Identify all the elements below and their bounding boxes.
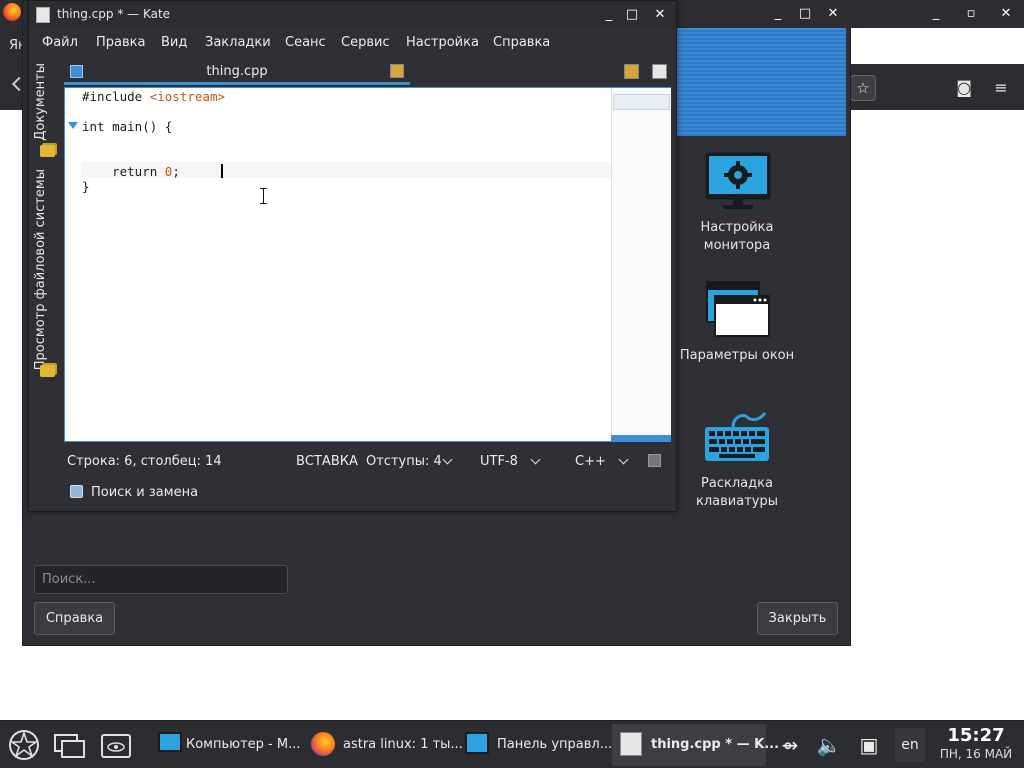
- control-panel-search-input[interactable]: Поиск...: [34, 565, 288, 594]
- tab-close-icon[interactable]: [390, 64, 404, 78]
- menu-edit[interactable]: Правка: [96, 35, 145, 50]
- task-control-panel[interactable]: Панель управл...: [457, 724, 612, 766]
- split-view-icon[interactable]: [652, 64, 667, 79]
- desktop-switcher-icon[interactable]: [52, 727, 88, 763]
- code-line-1: #include <iostream>: [82, 89, 225, 104]
- code-line-4: return 0;: [82, 164, 180, 179]
- keyboard-layout-item[interactable]: Раскладка клавиатуры: [672, 405, 802, 515]
- documents-folder-icon: [40, 145, 55, 157]
- encoding-chevron-icon[interactable]: [530, 452, 541, 467]
- code-line-2: int main() {: [82, 119, 173, 134]
- text-caret: [221, 164, 223, 178]
- control-panel-icon: [465, 732, 489, 754]
- documents-tab[interactable]: Документы: [33, 63, 48, 141]
- quick-open-icon[interactable]: [624, 64, 639, 79]
- tab-thing-cpp[interactable]: thing.cpp: [64, 59, 410, 85]
- hamburger-menu-icon[interactable]: ≡: [988, 75, 1014, 101]
- cp-maximize-button[interactable]: □: [795, 4, 815, 24]
- window-settings-item[interactable]: Параметры окон: [672, 280, 802, 370]
- menu-help[interactable]: Справка: [493, 35, 550, 50]
- kate-icon: [620, 732, 642, 756]
- tab-label: thing.cpp: [206, 64, 268, 79]
- task-firefox-label: astra linux: 1 ты...: [343, 737, 463, 752]
- filesystem-browser-tab[interactable]: Просмотр файловой системы: [33, 169, 48, 370]
- browser-minimize-button[interactable]: _: [926, 4, 946, 24]
- search-replace-toggle[interactable]: Поиск и замена: [64, 479, 364, 505]
- start-menu-icon[interactable]: [6, 727, 42, 763]
- firefox-icon: [311, 732, 335, 756]
- clock-date[interactable]: ПН, 16 МАЙ: [932, 747, 1020, 761]
- kate-close-button[interactable]: ✕: [650, 5, 670, 25]
- ibeam-cursor-icon: [260, 188, 267, 204]
- menu-bookmarks[interactable]: Закладки: [205, 35, 271, 50]
- kate-minimize-button[interactable]: _: [599, 5, 619, 25]
- computer-icon: [158, 732, 182, 752]
- filesystem-folder-icon: [40, 365, 55, 377]
- network-icon[interactable]: ▣: [855, 731, 883, 759]
- indent-setting[interactable]: Отступы: 4: [366, 454, 442, 469]
- task-computer-label: Компьютер - М...: [186, 737, 301, 752]
- minimap-viewport[interactable]: [613, 94, 670, 110]
- task-firefox[interactable]: astra linux: 1 ты...: [303, 724, 463, 766]
- task-kate[interactable]: thing.cpp * — K...: [612, 724, 779, 766]
- menu-bar: Файл Правка Вид Закладки Сеанс Сервис На…: [29, 29, 676, 57]
- kate-titlebar: thing.cpp * — Kate _ □ ✕: [29, 1, 676, 29]
- menu-view[interactable]: Вид: [161, 35, 187, 50]
- cursor-position[interactable]: Строка: 6, столбец: 14: [67, 454, 222, 469]
- disk-save-icon[interactable]: [648, 454, 661, 467]
- keyboard-language-indicator[interactable]: en: [895, 728, 925, 762]
- indent-chevron-icon[interactable]: [442, 452, 453, 467]
- monitor-settings-icon: [705, 152, 771, 209]
- firefox-icon: [3, 3, 21, 21]
- cp-minimize-button[interactable]: _: [768, 4, 788, 24]
- menu-settings[interactable]: Настройка: [406, 35, 479, 50]
- code-line-5: }: [82, 179, 90, 194]
- monitor-settings-item[interactable]: Настройка монитора: [672, 150, 802, 262]
- browser-maximize-button[interactable]: ▫: [961, 4, 981, 24]
- encoding-setting[interactable]: UTF-8: [480, 454, 518, 469]
- kate-app-icon: [36, 7, 50, 23]
- status-bar: Строка: 6, столбец: 14 ВСТАВКА Отступы: …: [64, 447, 676, 475]
- menu-session[interactable]: Сеанс: [285, 35, 326, 50]
- window-settings-label: Параметры окон: [679, 348, 795, 363]
- taskbar: Компьютер - М... astra linux: 1 ты... Па…: [0, 720, 1024, 768]
- editor-gutter: [65, 88, 81, 441]
- side-panel-tabs: Документы Просмотр файловой системы: [29, 57, 64, 387]
- keyboard-layout-label: Раскладка клавиатуры: [696, 476, 778, 509]
- usb-icon[interactable]: ⇴: [776, 731, 804, 759]
- kate-maximize-button[interactable]: □: [622, 5, 642, 25]
- search-replace-label: Поиск и замена: [91, 485, 199, 500]
- clock-time[interactable]: 15:27: [940, 725, 1012, 746]
- volume-icon[interactable]: 🔈: [815, 731, 843, 759]
- menu-tools[interactable]: Сервис: [341, 35, 390, 50]
- task-kate-label: thing.cpp * — K...: [651, 737, 780, 752]
- browser-close-button[interactable]: ✕: [996, 4, 1016, 24]
- window-settings-icon: [706, 281, 770, 337]
- pocket-icon[interactable]: ◙: [951, 75, 977, 101]
- keyboard-layout-icon: [705, 412, 769, 461]
- kate-window: thing.cpp * — Kate _ □ ✕ Файл Правка Вид…: [28, 0, 677, 512]
- bookmark-star-icon[interactable]: ☆: [850, 75, 876, 101]
- task-control-panel-label: Панель управл...: [497, 737, 613, 752]
- syntax-mode[interactable]: C++: [575, 454, 606, 469]
- syntax-chevron-icon[interactable]: [618, 452, 629, 467]
- show-desktop-icon[interactable]: [98, 727, 134, 763]
- task-computer[interactable]: Компьютер - М...: [150, 724, 301, 766]
- close-button[interactable]: Закрыть: [757, 602, 838, 635]
- menu-file[interactable]: Файл: [42, 35, 78, 50]
- window-title: thing.cpp * — Kate: [57, 7, 171, 21]
- control-panel-banner: [676, 28, 846, 136]
- horizontal-scrollbar[interactable]: [611, 435, 671, 441]
- help-button[interactable]: Справка: [34, 602, 115, 635]
- code-editor[interactable]: #include <iostream> int main() { return …: [64, 87, 671, 442]
- monitor-settings-label: Настройка монитора: [700, 220, 774, 253]
- cp-close-button[interactable]: ✕: [823, 4, 843, 24]
- fold-marker-icon[interactable]: [68, 122, 78, 129]
- minimap[interactable]: [611, 88, 671, 441]
- document-tab-bar: thing.cpp: [64, 59, 676, 85]
- search-replace-icon: [70, 485, 83, 498]
- input-mode[interactable]: ВСТАВКА: [296, 454, 358, 469]
